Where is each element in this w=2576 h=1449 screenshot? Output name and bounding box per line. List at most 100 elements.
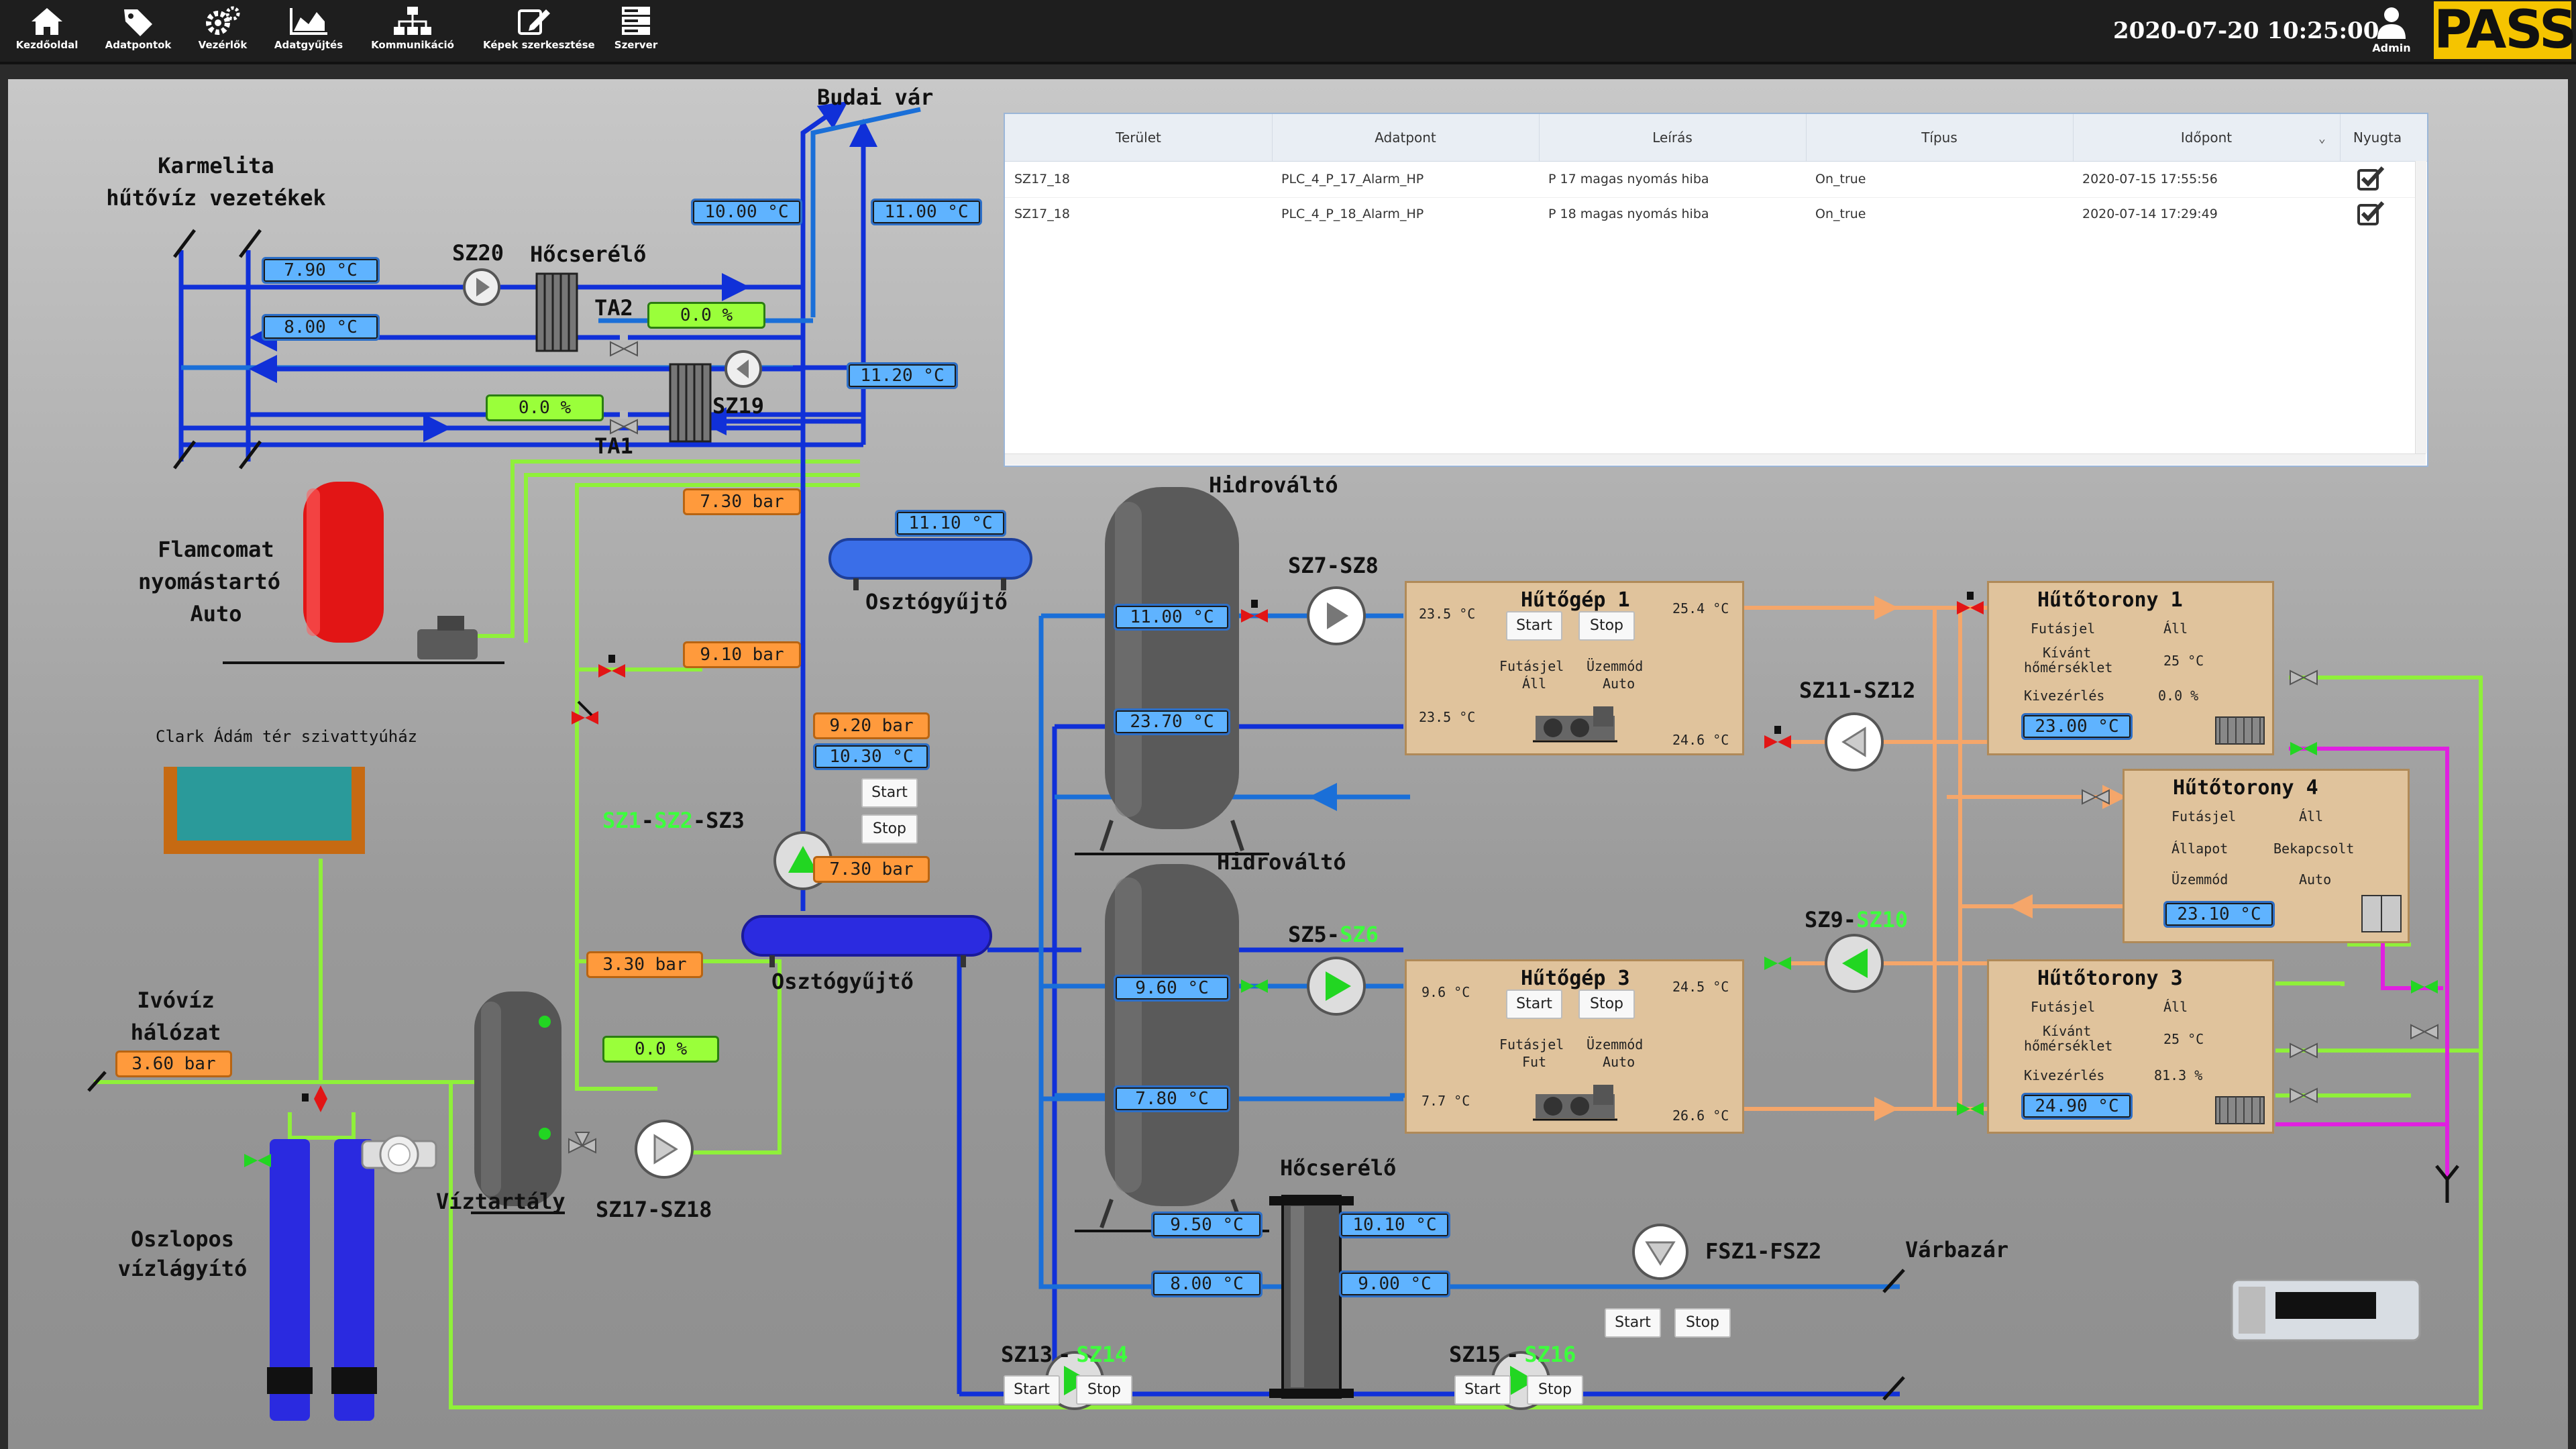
valve-grey-3-icon[interactable] [2290, 1042, 2318, 1059]
alarm-table: Terület Adatpont Leírás Típus Időpont ⌄ … [1004, 113, 2428, 467]
horizontal-scrollbar[interactable] [1005, 453, 2426, 465]
pump-sz17-sz18-icon[interactable] [635, 1120, 694, 1179]
alarm-row[interactable]: SZ17_18 PLC_4_P_18_Alarm_HP P 18 magas n… [1005, 197, 2415, 232]
sz1-sz3-start-button[interactable]: Start [861, 778, 918, 808]
sz13-sz14-stop-button[interactable]: Stop [1076, 1375, 1132, 1405]
col-header-leiras[interactable]: Leírás [1539, 114, 1807, 161]
fsz-start-button[interactable]: Start [1605, 1308, 1661, 1338]
valve-grey-4-icon[interactable] [2290, 1087, 2318, 1104]
valve-green-3-icon[interactable] [1764, 957, 1791, 970]
valve-green-4-icon[interactable] [1957, 1102, 1984, 1116]
row-0-adatpont: PLC_4_P_17_Alarm_HP [1281, 172, 1424, 186]
nav-data-collection-button[interactable]: Adatgyűjtés [262, 4, 356, 60]
osztogyujto-1-label: Osztógyűjtő [865, 589, 1008, 614]
valve-green-5-icon[interactable] [2290, 742, 2317, 755]
nav-data-collection-label: Adatgyűjtés [274, 39, 343, 51]
sz13-sz14-start-button[interactable]: Start [1004, 1375, 1060, 1405]
cooling-tower-4-state-label: Állapot [2171, 841, 2229, 857]
chiller-3-stop-button[interactable]: Stop [1578, 989, 1635, 1019]
chiller-3-mode-value: Auto [1603, 1054, 1635, 1070]
sz15-sz16-start-button[interactable]: Start [1454, 1375, 1511, 1405]
home-icon [32, 8, 62, 35]
valve-grey-2-icon[interactable] [2082, 789, 2110, 805]
chiller-1-panel: Hűtőgép 1 23.5 °C 25.4 °C Start Stop Fut… [1405, 581, 1744, 755]
nav-edit-images-button[interactable]: Képek szerkesztése [483, 4, 595, 60]
col-header-adatpont[interactable]: Adatpont [1272, 114, 1540, 161]
pump-fsz1-fsz2-icon[interactable] [1632, 1224, 1688, 1280]
pressure-value-line: 9.10 bar [683, 641, 801, 668]
nav-communication-label: Kommunikáció [371, 39, 454, 51]
nav-server-button[interactable]: Szerver [589, 4, 683, 60]
col-header-nyugta[interactable]: Nyugta [2340, 114, 2415, 161]
sz1-sz3-stop-button[interactable]: Stop [861, 814, 918, 844]
chiller-3-mode-label: Üzemmód [1587, 1036, 1644, 1053]
temp-value-hx-in-left: 9.50 °C [1151, 1212, 1263, 1238]
chiller-3-temp-top-left: 9.6 °C [1421, 984, 1470, 1000]
cooling-tower-1-title: Hűtőtorony 1 [2037, 588, 2183, 612]
pump-sz5-sz6-icon[interactable] [1307, 957, 1366, 1016]
chiller-1-mode-label: Üzemmód [1587, 658, 1644, 674]
chiller-1-stop-button[interactable]: Stop [1578, 611, 1635, 641]
col-header-terulet[interactable]: Terület [1005, 114, 1273, 161]
pump-sz7-sz8-icon[interactable] [1307, 586, 1366, 645]
pump-sz9-sz10-icon[interactable] [1825, 934, 1884, 993]
cooling-tower-4-title: Hűtőtorony 4 [2173, 776, 2318, 800]
acknowledge-checkbox-icon[interactable] [2356, 165, 2385, 192]
sz6-label: SZ6 [1340, 922, 1379, 947]
chiller-1-start-button[interactable]: Start [1506, 611, 1562, 641]
nav-datapoints-button[interactable]: Adatpontok [91, 4, 185, 60]
acknowledge-checkbox-icon[interactable] [2356, 200, 2385, 227]
flamcomat-label-1: Flamcomat [158, 537, 274, 562]
temp-value-karmelita-return: 8.00 °C [262, 314, 380, 341]
alarm-row[interactable]: SZ17_18 PLC_4_P_17_Alarm_HP P 17 magas n… [1005, 162, 2415, 198]
valve-green-6-icon[interactable] [2411, 980, 2438, 994]
cooling-tower-4-panel: Hűtőtorony 4 Futásjel Áll Állapot Bekapc… [2123, 769, 2410, 943]
admin-user-button[interactable]: Admin [2355, 4, 2428, 60]
valve-red-6-icon[interactable] [302, 1085, 327, 1112]
pump-sz19-icon[interactable] [724, 350, 762, 388]
chiller-1-temp-bottom-right: 24.6 °C [1672, 732, 1729, 748]
chiller-3-start-button[interactable]: Start [1506, 989, 1562, 1019]
chiller-1-mode-value: Auto [1603, 676, 1635, 692]
hidrovalto-2-label: Hidrováltó [1217, 849, 1346, 875]
valve-green-2-icon[interactable] [1241, 979, 1268, 993]
valve-red-4-icon[interactable] [1764, 726, 1791, 749]
nav-controllers-button[interactable]: Vezérlők [176, 4, 270, 60]
fsz-stop-button[interactable]: Stop [1674, 1308, 1731, 1338]
valve-red-1-icon[interactable] [572, 700, 598, 724]
pump-sz20-icon[interactable] [463, 268, 500, 306]
edit-icon [518, 9, 550, 35]
col-header-idopont[interactable]: Időpont [2073, 114, 2341, 161]
valve-green-1-icon[interactable] [244, 1154, 271, 1167]
valve-grey-1-icon[interactable] [2290, 669, 2318, 686]
sort-chevron-icon[interactable]: ⌄ [2318, 131, 2326, 146]
valve-ta1-icon[interactable] [610, 411, 638, 435]
temp-value-hidrovalto-1-bottom: 23.70 °C [1114, 708, 1230, 735]
nav-home-button[interactable]: Kezdőoldal [0, 4, 94, 60]
cooling-tower-1-run-label: Futásjel [2031, 621, 2096, 637]
pressure-value-pump-out: 9.20 bar [813, 712, 930, 739]
chiller-3-run-value: Fut [1522, 1054, 1547, 1070]
nav-communication-button[interactable]: Kommunikáció [366, 4, 460, 60]
sz2-dash: - [692, 808, 706, 833]
valve-tank-3way-icon[interactable] [568, 1132, 596, 1154]
valve-grey-5-icon[interactable] [2410, 1024, 2438, 1040]
budai-var-label: Budai vár [817, 85, 934, 110]
sz11-sz12-label: SZ11-SZ12 [1799, 678, 1916, 703]
sz17-sz18-label: SZ17-SZ18 [596, 1197, 712, 1222]
valve-red-2-icon[interactable] [598, 655, 625, 678]
cooling-tower-4-mode-label: Üzemmód [2171, 871, 2229, 888]
valve-red-5-icon[interactable] [1957, 592, 1984, 614]
cooling-tower-3-set-value: 25 °C [2163, 1031, 2204, 1047]
valve-ta2-icon[interactable] [610, 333, 638, 357]
row-1-leiras: P 18 magas nyomás hiba [1548, 207, 1709, 221]
pump-sz11-sz12-icon[interactable] [1825, 712, 1884, 771]
sz5-sz6-label: SZ5-SZ6 [1288, 922, 1379, 947]
valve-red-3-icon[interactable] [1241, 600, 1268, 623]
vertical-scrollbar[interactable] [2415, 161, 2426, 453]
sz15-sz16-stop-button[interactable]: Stop [1527, 1375, 1583, 1405]
ivoviz-label-2: hálózat [130, 1020, 221, 1045]
col-header-tipus[interactable]: Típus [1806, 114, 2074, 161]
pressure-value-drinking-water: 3.60 bar [115, 1051, 232, 1077]
ta2-label: TA2 [594, 295, 633, 321]
